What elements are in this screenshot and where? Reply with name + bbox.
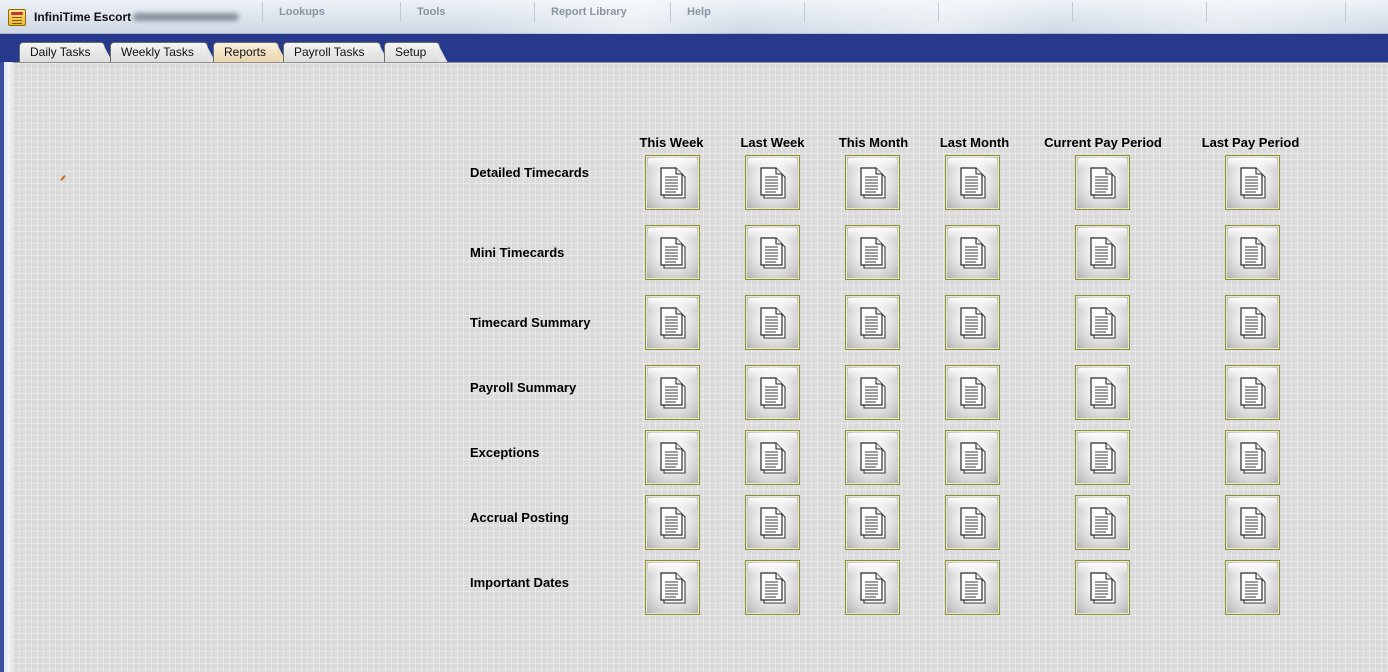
title-bar: InfiniTime Escort Lookups Tools Report L…	[0, 0, 1388, 34]
menu-spacer	[1206, 2, 1346, 22]
report-button-exceptions-current-pay-period[interactable]	[1075, 430, 1130, 485]
column-header-this-week: This Week	[639, 135, 704, 150]
report-button-payroll-summary-last-pay-period[interactable]	[1225, 365, 1280, 420]
reports-panel	[13, 62, 1388, 672]
report-button-payroll-summary-last-month[interactable]	[945, 365, 1000, 420]
report-button-accrual-posting-last-month[interactable]	[945, 495, 1000, 550]
report-button-important-dates-last-pay-period[interactable]	[1225, 560, 1280, 615]
report-button-mini-timecards-current-pay-period[interactable]	[1075, 225, 1130, 280]
report-button-mini-timecards-this-month[interactable]	[845, 225, 900, 280]
menu-spacer	[1072, 2, 1206, 22]
report-button-timecard-summary-last-week[interactable]	[745, 295, 800, 350]
report-button-timecard-summary-last-month[interactable]	[945, 295, 1000, 350]
report-button-accrual-posting-this-month[interactable]	[845, 495, 900, 550]
blurred-title-detail	[133, 13, 239, 21]
report-button-exceptions-last-week[interactable]	[745, 430, 800, 485]
report-button-important-dates-this-month[interactable]	[845, 560, 900, 615]
row-label-payroll-summary: Payroll Summary	[470, 380, 577, 395]
report-button-important-dates-last-week[interactable]	[745, 560, 800, 615]
tab-weekly-tasks[interactable]: Weekly Tasks	[110, 42, 216, 63]
report-button-payroll-summary-this-month[interactable]	[845, 365, 900, 420]
row-label-detailed-timecards: Detailed Timecards	[470, 165, 589, 180]
report-button-exceptions-this-month[interactable]	[845, 430, 900, 485]
menu-item-help[interactable]: Help	[670, 2, 804, 22]
row-label-accrual-posting: Accrual Posting	[470, 510, 569, 525]
menu-spacer	[804, 2, 938, 22]
menu-item-tools[interactable]: Tools	[400, 2, 534, 22]
report-button-important-dates-this-week[interactable]	[645, 560, 700, 615]
report-button-mini-timecards-this-week[interactable]	[645, 225, 700, 280]
column-header-last-month: Last Month	[939, 135, 1010, 150]
column-header-last-pay-period: Last Pay Period	[1201, 135, 1300, 150]
report-button-exceptions-last-pay-period[interactable]	[1225, 430, 1280, 485]
report-button-accrual-posting-last-pay-period[interactable]	[1225, 495, 1280, 550]
report-button-timecard-summary-current-pay-period[interactable]	[1075, 295, 1130, 350]
menu-spacer	[938, 2, 1072, 22]
column-header-this-month: This Month	[838, 135, 909, 150]
window-left-edge	[0, 62, 13, 672]
report-button-mini-timecards-last-month[interactable]	[945, 225, 1000, 280]
report-button-detailed-timecards-last-pay-period[interactable]	[1225, 155, 1280, 210]
report-button-mini-timecards-last-pay-period[interactable]	[1225, 225, 1280, 280]
report-button-accrual-posting-this-week[interactable]	[645, 495, 700, 550]
report-button-exceptions-last-month[interactable]	[945, 430, 1000, 485]
report-button-detailed-timecards-last-week[interactable]	[745, 155, 800, 210]
menu-item-lookups[interactable]: Lookups	[262, 2, 400, 22]
report-button-important-dates-current-pay-period[interactable]	[1075, 560, 1130, 615]
report-button-accrual-posting-current-pay-period[interactable]	[1075, 495, 1130, 550]
report-button-detailed-timecards-current-pay-period[interactable]	[1075, 155, 1130, 210]
report-button-timecard-summary-this-week[interactable]	[645, 295, 700, 350]
report-button-exceptions-this-week[interactable]	[645, 430, 700, 485]
report-button-detailed-timecards-last-month[interactable]	[945, 155, 1000, 210]
menu-item-report-library[interactable]: Report Library	[534, 2, 670, 22]
report-button-accrual-posting-last-week[interactable]	[745, 495, 800, 550]
app-title: InfiniTime Escort	[34, 10, 132, 24]
row-label-timecard-summary: Timecard Summary	[470, 315, 591, 330]
column-header-current-pay-period: Current Pay Period	[1044, 135, 1162, 150]
tab-setup[interactable]: Setup	[384, 42, 448, 63]
report-button-payroll-summary-last-week[interactable]	[745, 365, 800, 420]
report-button-payroll-summary-this-week[interactable]	[645, 365, 700, 420]
tab-payroll-tasks[interactable]: Payroll Tasks	[283, 42, 389, 63]
top-menu-bar: Lookups Tools Report Library Help	[262, 2, 1346, 24]
report-button-payroll-summary-current-pay-period[interactable]	[1075, 365, 1130, 420]
report-button-mini-timecards-last-week[interactable]	[745, 225, 800, 280]
row-label-exceptions: Exceptions	[470, 445, 540, 460]
row-label-mini-timecards: Mini Timecards	[470, 245, 565, 260]
row-label-important-dates: Important Dates	[470, 575, 569, 590]
report-button-timecard-summary-this-month[interactable]	[845, 295, 900, 350]
app-notepad-icon	[8, 9, 26, 26]
report-button-timecard-summary-last-pay-period[interactable]	[1225, 295, 1280, 350]
tab-reports[interactable]: Reports	[213, 42, 287, 63]
report-button-detailed-timecards-this-month[interactable]	[845, 155, 900, 210]
column-header-last-week: Last Week	[740, 135, 805, 150]
tab-daily-tasks[interactable]: Daily Tasks	[19, 42, 113, 63]
report-button-important-dates-last-month[interactable]	[945, 560, 1000, 615]
report-button-detailed-timecards-this-week[interactable]	[645, 155, 700, 210]
